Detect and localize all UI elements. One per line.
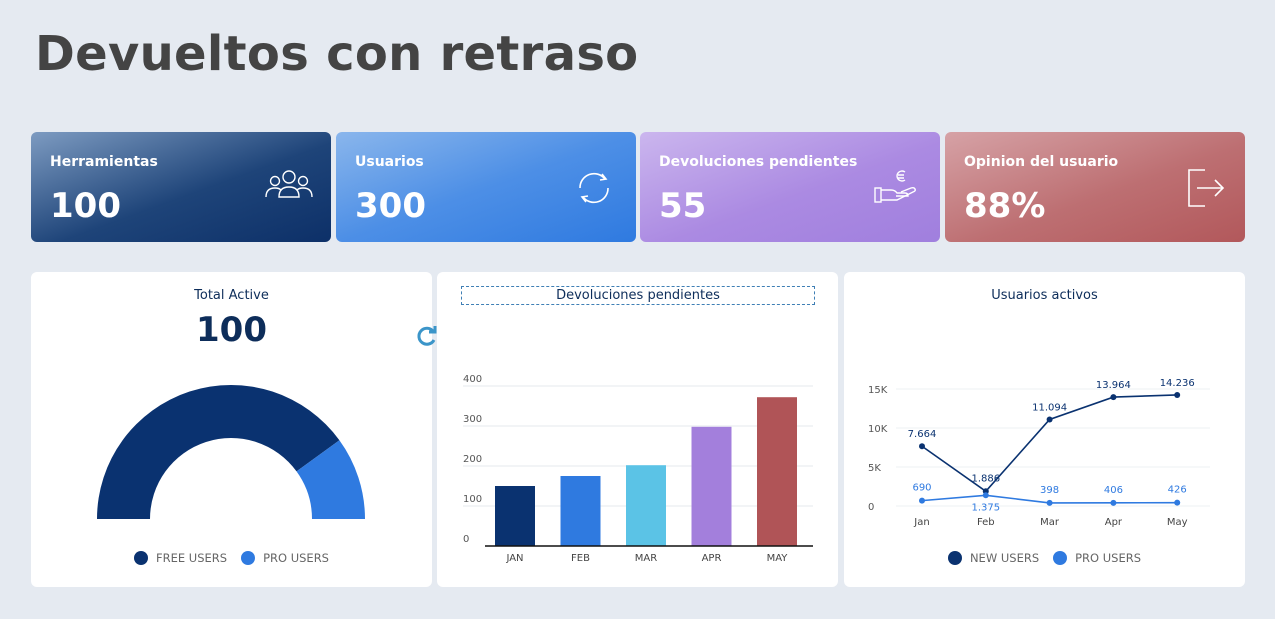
bar-chart: 0 100 200 300 400 JAN FEB MAR APR MAY	[463, 374, 813, 564]
line-legend: NEW USERS PRO USERS	[844, 551, 1245, 565]
y-tick-label: 100	[463, 494, 482, 505]
data-label: 11.094	[1032, 402, 1067, 413]
legend-item-pro-users[interactable]: PRO USERS	[1053, 551, 1141, 565]
kpi-card-herramientas[interactable]: Herramientas 100	[31, 132, 331, 242]
legend-dot	[947, 551, 962, 565]
legend-label: PRO USERS	[263, 551, 329, 565]
kpi-label: Devoluciones pendientes	[659, 154, 858, 170]
kpi-card-usuarios[interactable]: Usuarios 300	[336, 132, 636, 242]
y-tick-label: 5K	[868, 463, 881, 474]
y-tick-label: 300	[463, 414, 482, 425]
data-point	[1174, 391, 1181, 398]
data-label: 1.886	[971, 473, 1000, 484]
x-tick-label: Feb	[977, 517, 995, 528]
logout-icon	[1188, 169, 1225, 207]
x-tick-label: Apr	[1105, 517, 1123, 528]
y-tick-label: 0	[868, 502, 874, 513]
kpi-value: 55	[659, 186, 707, 226]
kpi-value: 100	[50, 186, 121, 226]
total-active-card: Total Active 100 FREE USERS PRO USERS	[31, 272, 432, 587]
data-point	[1174, 499, 1181, 506]
bar-may	[757, 397, 797, 546]
data-point	[1046, 499, 1053, 506]
legend-label: FREE USERS	[156, 551, 228, 565]
users-group-icon	[265, 170, 313, 198]
gauge-segment-free-users	[97, 385, 340, 519]
refresh-icon[interactable]	[415, 324, 439, 348]
y-tick-label: 0	[463, 534, 469, 545]
legend-item-free-users[interactable]: FREE USERS	[134, 551, 227, 565]
x-tick-label: MAR	[635, 553, 657, 564]
x-tick-label: MAY	[767, 553, 789, 564]
data-point	[1046, 416, 1053, 423]
bar-mar	[626, 465, 666, 546]
bar-jan	[495, 486, 535, 546]
x-tick-label: Jan	[913, 517, 929, 528]
data-point	[919, 443, 925, 450]
kpi-label: Opinion del usuario	[964, 154, 1119, 170]
page-title: Devueltos con retraso	[35, 26, 639, 82]
x-tick-label: FEB	[571, 553, 590, 564]
line-chart: 0 5K 10K 15K Jan Feb Mar Apr May 7.664 1.886 11.094…	[868, 378, 1210, 528]
gauge-legend: FREE USERS PRO USERS	[31, 551, 432, 565]
gauge-chart	[97, 385, 365, 519]
usuarios-activos-card: Usuarios activos 0 5K 10K 15K Jan Feb Mar Apr Ma…	[844, 272, 1245, 587]
bar-apr	[691, 426, 732, 546]
kpi-card-devoluciones[interactable]: Devoluciones pendientes 55	[640, 132, 940, 242]
data-label: 14.236	[1160, 378, 1195, 389]
y-tick-label: 400	[463, 374, 482, 385]
x-tick-label: JAN	[505, 553, 523, 564]
data-label: 690	[912, 483, 931, 494]
data-point	[1110, 394, 1117, 401]
data-label: 398	[1040, 485, 1059, 496]
devoluciones-pendientes-card: Devoluciones pendientes 0 100 200 300 400 JAN…	[417, 272, 838, 587]
legend-label: PRO USERS	[1075, 551, 1142, 565]
y-tick-label: 10K	[868, 424, 888, 435]
y-tick-label: 200	[463, 454, 482, 465]
kpi-value: 300	[355, 186, 426, 226]
kpi-value: 88%	[964, 186, 1046, 226]
hand-euro-icon	[874, 170, 916, 203]
legend-dot	[241, 551, 256, 565]
kpi-label: Herramientas	[50, 154, 158, 170]
legend-dot	[1053, 551, 1068, 565]
x-tick-label: May	[1167, 517, 1188, 528]
kpi-label: Usuarios	[355, 154, 424, 170]
kpi-card-opinion[interactable]: Opinion del usuario 88%	[945, 132, 1245, 242]
x-tick-label: Mar	[1040, 517, 1060, 528]
data-point	[982, 492, 989, 499]
y-tick-label: 15K	[868, 385, 888, 396]
bar-feb	[560, 476, 601, 546]
refresh-icon	[579, 172, 609, 204]
x-tick-label: APR	[702, 553, 722, 564]
data-label: 1.375	[971, 502, 1000, 513]
legend-dot	[134, 551, 148, 565]
data-label: 7.664	[908, 429, 937, 440]
data-label: 406	[1104, 485, 1123, 496]
data-point	[919, 497, 925, 504]
legend-item-pro-users[interactable]: PRO USERS	[241, 551, 329, 565]
legend-label: NEW USERS	[969, 551, 1040, 565]
data-label: 426	[1168, 485, 1187, 496]
data-label: 13.964	[1096, 380, 1131, 391]
data-point	[1110, 499, 1117, 506]
legend-item-new-users[interactable]: NEW USERS	[947, 551, 1040, 565]
